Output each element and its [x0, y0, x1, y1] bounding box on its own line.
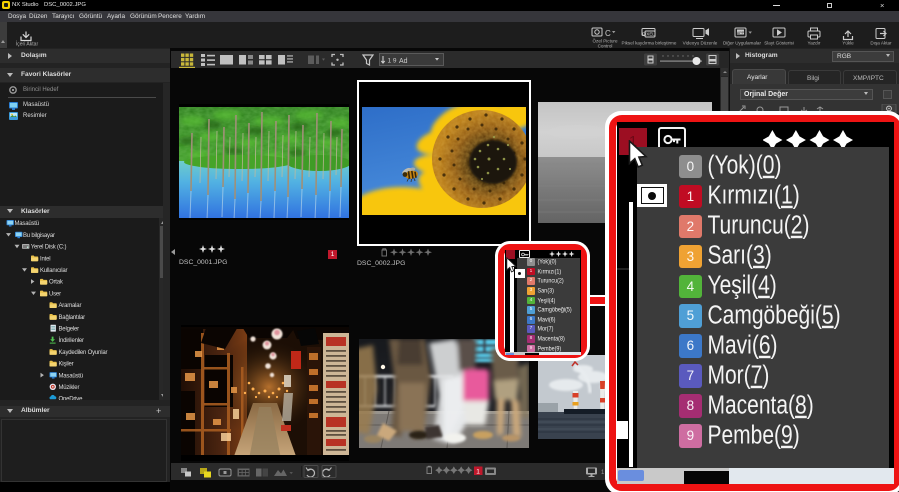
svg-text:C: C: [605, 29, 611, 38]
svg-text:User: User: [49, 291, 61, 297]
svg-text:Kullanıcılar: Kullanıcılar: [40, 268, 67, 274]
svg-text:Dışa Aktar: Dışa Aktar: [870, 41, 892, 46]
svg-text:Müzikler: Müzikler: [59, 385, 80, 391]
svg-text:Bağlantılar: Bağlantılar: [59, 315, 86, 321]
svg-text:Masaüstü: Masaüstü: [59, 373, 83, 379]
svg-text:OneDrive: OneDrive: [59, 397, 84, 400]
svg-text:Kaydedilen Oyunlar: Kaydedilen Oyunlar: [59, 350, 108, 356]
svg-text:İndirilenler: İndirilenler: [59, 337, 84, 344]
svg-text:Yazdır: Yazdır: [808, 41, 821, 46]
svg-text:1: 1: [476, 468, 480, 475]
svg-text:Intel: Intel: [40, 256, 50, 262]
svg-text:Piksel kaydırma birleştirme: Piksel kaydırma birleştirme: [622, 41, 677, 46]
svg-text:Bu bilgisayar: Bu bilgisayar: [23, 233, 55, 239]
svg-text:Diğer Uygulamalar: Diğer Uygulamalar: [723, 41, 762, 46]
svg-text:Slayt Gösterisi: Slayt Gösterisi: [764, 41, 794, 46]
svg-text:Ortak: Ortak: [49, 280, 64, 286]
svg-text:İçeri Aktar: İçeri Aktar: [16, 41, 39, 48]
svg-text:Yükle: Yükle: [842, 41, 854, 46]
svg-text:Yerel Disk (C:): Yerel Disk (C:): [31, 245, 67, 251]
svg-text:Kişiler: Kişiler: [59, 362, 74, 368]
svg-text:1 9: 1 9: [388, 58, 397, 65]
svg-text:Masaüstü: Masaüstü: [15, 221, 39, 227]
svg-text:Belgeler: Belgeler: [59, 327, 80, 333]
svg-text:Ad: Ad: [399, 58, 408, 65]
svg-text:PIXEL: PIXEL: [642, 32, 655, 37]
svg-text:Aramalar: Aramalar: [59, 303, 82, 309]
svg-text:APP: APP: [737, 31, 745, 35]
svg-text:Videoyu Düzenle: Videoyu Düzenle: [683, 41, 718, 46]
